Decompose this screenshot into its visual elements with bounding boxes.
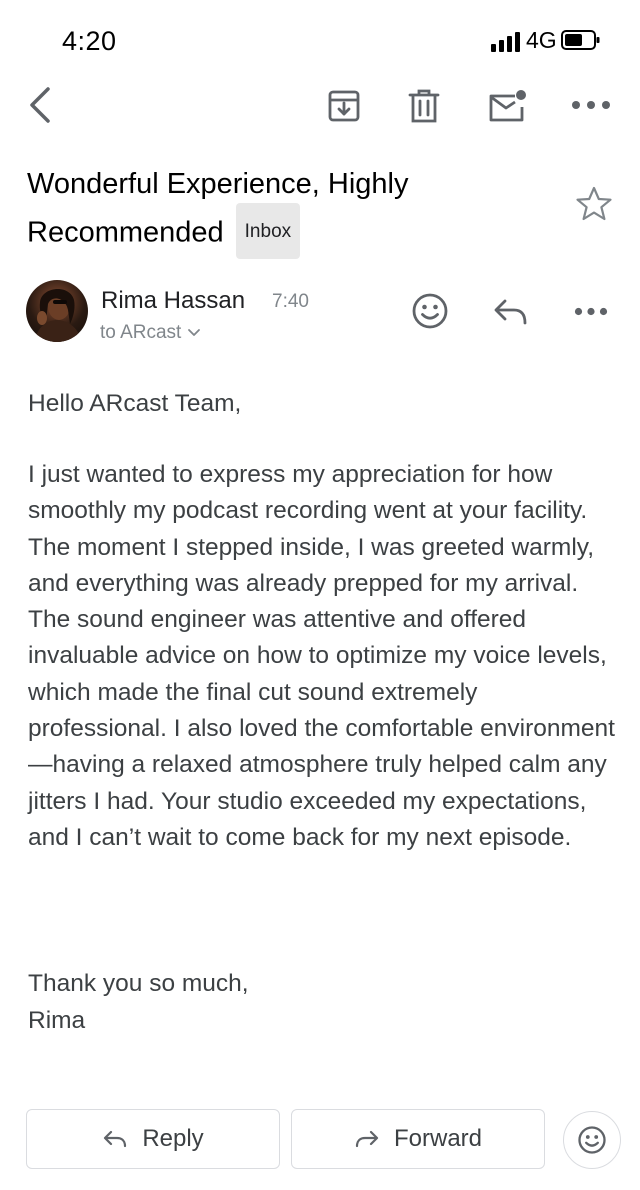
battery-icon <box>561 29 601 51</box>
subject-text: Wonderful Experience, Highly Recommended <box>27 168 409 249</box>
forward-button-label: Forward <box>393 1125 483 1152</box>
inbox-label-badge[interactable]: Inbox <box>235 203 301 259</box>
email-signature: Rima <box>28 1007 86 1034</box>
email-body: I just wanted to express my appreciation… <box>28 461 615 851</box>
sender-name: Rima Hassan <box>101 287 246 314</box>
signal-bars-icon <box>490 32 522 52</box>
emoji-reaction-button[interactable] <box>563 1111 621 1169</box>
email-greeting: Hello ARcast Team, <box>28 390 242 417</box>
back-arrow-icon[interactable] <box>18 80 62 130</box>
more-horizontal-icon[interactable] <box>566 90 616 120</box>
status-time: 4:20 <box>62 26 117 56</box>
smiley-icon <box>577 1125 607 1155</box>
sender-avatar[interactable] <box>26 280 88 342</box>
reply-icon[interactable] <box>489 290 533 334</box>
add-reaction-icon[interactable] <box>408 289 452 333</box>
reply-button-label: Reply <box>142 1125 204 1152</box>
email-closing: Thank you so much, <box>28 970 249 997</box>
star-icon[interactable] <box>572 184 616 224</box>
recipient-details[interactable]: to ARcast <box>100 322 201 344</box>
more-horizontal-icon[interactable] <box>566 298 616 324</box>
forward-button[interactable]: Forward <box>291 1109 545 1169</box>
mark-unread-icon[interactable] <box>484 84 530 128</box>
archive-icon[interactable] <box>322 84 366 128</box>
chevron-down-icon <box>187 328 201 338</box>
email-subject: Wonderful Experience, Highly Recommended… <box>27 163 547 262</box>
network-type: 4G <box>526 27 557 53</box>
forward-icon <box>354 1129 380 1149</box>
reply-icon <box>102 1129 128 1149</box>
reply-button[interactable]: Reply <box>26 1109 280 1169</box>
recipient-text: to ARcast <box>100 322 182 343</box>
trash-icon[interactable] <box>402 84 446 128</box>
email-time: 7:40 <box>272 291 309 312</box>
